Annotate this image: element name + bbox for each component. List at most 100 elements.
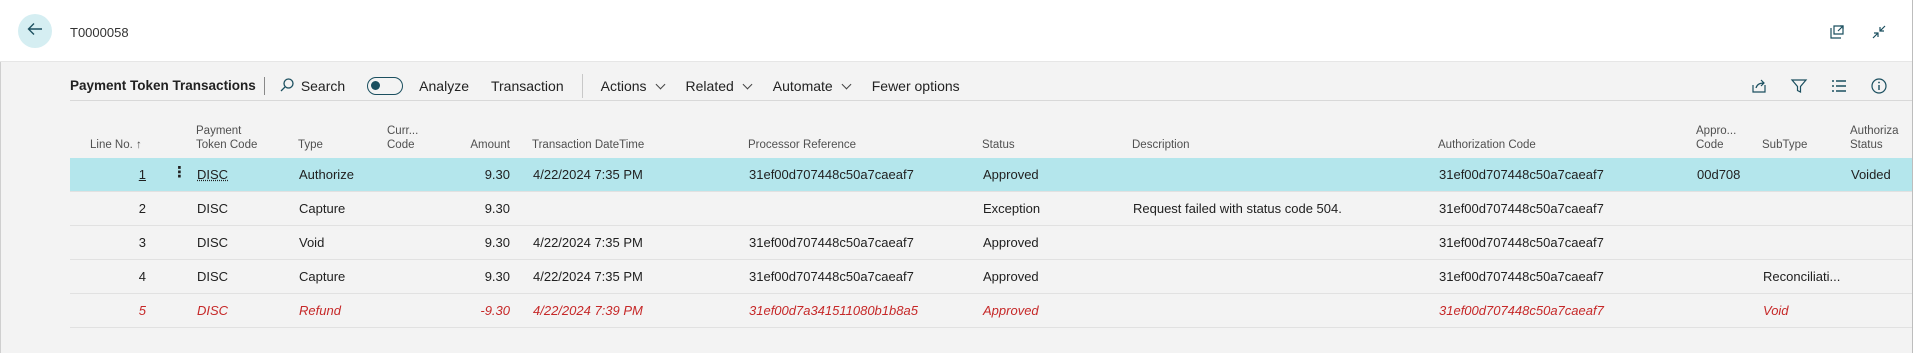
cell-processor-reference: 31ef00d707448c50a7caeaf7: [749, 269, 914, 284]
column-header-description[interactable]: Description: [1132, 138, 1190, 152]
column-header-subtype[interactable]: SubType: [1762, 138, 1807, 152]
toolbar-right-icons: [1749, 76, 1889, 96]
analyze-label: Analyze: [419, 78, 469, 94]
cell-line-no: 5: [138, 303, 146, 318]
column-header-line2: Token Code: [196, 139, 258, 151]
share-icon[interactable]: [1749, 76, 1769, 96]
row-menu-icon[interactable]: ⋮: [172, 165, 187, 180]
fewer-options-button[interactable]: Fewer options: [872, 78, 960, 94]
column-header-line1: Authoriza: [1850, 125, 1899, 137]
transactions-table: Line No. ↑ Payment Token Code Type Curr.…: [70, 108, 1913, 328]
cell-type: Refund: [299, 303, 341, 318]
cell-authorization-code: 31ef00d707448c50a7caeaf7: [1439, 269, 1604, 284]
actions-menu[interactable]: Actions: [600, 78, 665, 94]
column-header-processor-reference[interactable]: Processor Reference: [748, 138, 856, 152]
cell-line-no[interactable]: 1: [130, 167, 146, 182]
chevron-down-icon: [841, 79, 852, 89]
toolbar-underline: [70, 100, 1913, 101]
toggle-switch[interactable]: [367, 77, 404, 95]
column-header-line1: Appro...: [1696, 125, 1737, 137]
column-header-payment-token-code[interactable]: Payment Token Code: [196, 124, 257, 152]
cell-description: Request failed with status code 504.: [1133, 201, 1342, 216]
search-button[interactable]: Search: [279, 77, 345, 96]
cell-type: Capture: [299, 269, 346, 284]
cell-amount: 9.30: [484, 235, 510, 250]
cell-amount: 9.30: [484, 201, 510, 216]
open-in-new-window-icon[interactable]: [1827, 22, 1847, 42]
column-header-approval-code[interactable]: Appro... Code: [1696, 124, 1736, 152]
cell-datetime: 4/22/2024 7:35 PM: [533, 235, 643, 250]
page-title: Payment Token Transactions: [70, 77, 265, 95]
collapse-icon[interactable]: [1869, 22, 1889, 42]
column-header-currency-code[interactable]: Curr... Code: [387, 124, 418, 152]
cell-amount: 9.30: [484, 269, 510, 284]
top-right-actions: [1827, 22, 1889, 42]
cell-token-code: DISC: [197, 201, 229, 216]
cell-status: Exception: [983, 201, 1041, 216]
top-bar: T0000058: [0, 0, 1913, 62]
cell-type: Void: [299, 235, 325, 250]
column-header-status[interactable]: Status: [982, 138, 1015, 152]
related-menu[interactable]: Related: [685, 78, 753, 94]
column-header-type[interactable]: Type: [298, 138, 323, 152]
cell-datetime: 4/22/2024 7:35 PM: [533, 269, 643, 284]
cell-status: Approved: [983, 167, 1039, 182]
cell-status: Approved: [983, 303, 1039, 318]
cell-processor-reference: 31ef00d7a341511080b1b8a5: [749, 303, 918, 318]
cell-authorization-code: 31ef00d707448c50a7caeaf7: [1439, 167, 1604, 182]
column-header-line-no[interactable]: Line No. ↑: [90, 138, 142, 152]
cell-authorization-code: 31ef00d707448c50a7caeaf7: [1439, 303, 1604, 318]
cell-processor-reference: 31ef00d707448c50a7caeaf7: [749, 235, 914, 250]
actions-label: Actions: [600, 78, 647, 94]
search-label: Search: [300, 78, 346, 94]
column-header-line2: Status: [1850, 139, 1883, 151]
info-icon[interactable]: [1869, 76, 1889, 96]
fewer-options-label: Fewer options: [871, 78, 960, 94]
column-header-transaction-datetime[interactable]: Transaction DateTime: [532, 138, 644, 152]
cell-line-no: 3: [138, 235, 146, 250]
cell-status: Approved: [983, 269, 1039, 284]
table-row[interactable]: 5 DISC Refund -9.30 4/22/2024 7:39 PM 31…: [70, 294, 1913, 328]
toolbar-divider: [581, 74, 583, 98]
cell-token-code: DISC: [197, 303, 229, 318]
cell-line-no: 4: [138, 269, 146, 284]
table-row[interactable]: 4 DISC Capture 9.30 4/22/2024 7:35 PM 31…: [70, 260, 1913, 294]
column-header-authorization-code[interactable]: Authorization Code: [1438, 138, 1536, 152]
transaction-button[interactable]: Transaction: [491, 78, 564, 94]
cell-subtype: Reconciliati...: [1763, 269, 1841, 284]
cell-datetime: 4/22/2024 7:39 PM: [533, 303, 643, 318]
automate-label: Automate: [772, 78, 833, 94]
page: T0000058 Payment Token Transactions Sear…: [0, 0, 1913, 353]
cell-amount: 9.30: [484, 167, 510, 182]
cell-authorization-code: 31ef00d707448c50a7caeaf7: [1439, 235, 1604, 250]
search-icon: [279, 77, 295, 96]
back-button[interactable]: [18, 14, 52, 48]
cell-line-no: 2: [138, 201, 146, 216]
chevron-down-icon: [742, 79, 753, 89]
table-row[interactable]: 3 DISC Void 9.30 4/22/2024 7:35 PM 31ef0…: [70, 226, 1913, 260]
table-row[interactable]: 2 DISC Capture 9.30 Exception Request fa…: [70, 192, 1913, 226]
column-header-amount[interactable]: Amount: [450, 138, 510, 152]
cell-status: Approved: [983, 235, 1039, 250]
cell-type: Authorize: [299, 167, 354, 182]
table-header: Line No. ↑ Payment Token Code Type Curr.…: [70, 108, 1913, 158]
cell-type: Capture: [299, 201, 346, 216]
chevron-down-icon: [655, 79, 665, 89]
cell-datetime: 4/22/2024 7:35 PM: [533, 167, 643, 182]
analyze-toggle[interactable]: Analyze: [367, 77, 469, 95]
cell-token-code: DISC: [197, 269, 229, 284]
cell-authorization-status: Voided: [1851, 167, 1891, 182]
action-bar: Payment Token Transactions Search Analyz…: [70, 70, 1913, 102]
column-header-line1: Curr...: [387, 125, 419, 137]
related-label: Related: [685, 78, 734, 94]
arrow-left-icon: [26, 20, 44, 43]
filter-icon[interactable]: [1789, 76, 1809, 96]
automate-menu[interactable]: Automate: [772, 78, 852, 94]
cell-subtype: Void: [1763, 303, 1789, 318]
cell-authorization-code: 31ef00d707448c50a7caeaf7: [1439, 201, 1604, 216]
cell-token-code[interactable]: DISC: [197, 167, 228, 182]
column-header-line1: Payment: [196, 125, 242, 137]
column-header-authorization-status[interactable]: Authoriza Status: [1850, 124, 1899, 152]
list-view-icon[interactable]: [1829, 76, 1849, 96]
table-row[interactable]: 1 ⋮ DISC Authorize 9.30 4/22/2024 7:35 P…: [70, 158, 1913, 192]
